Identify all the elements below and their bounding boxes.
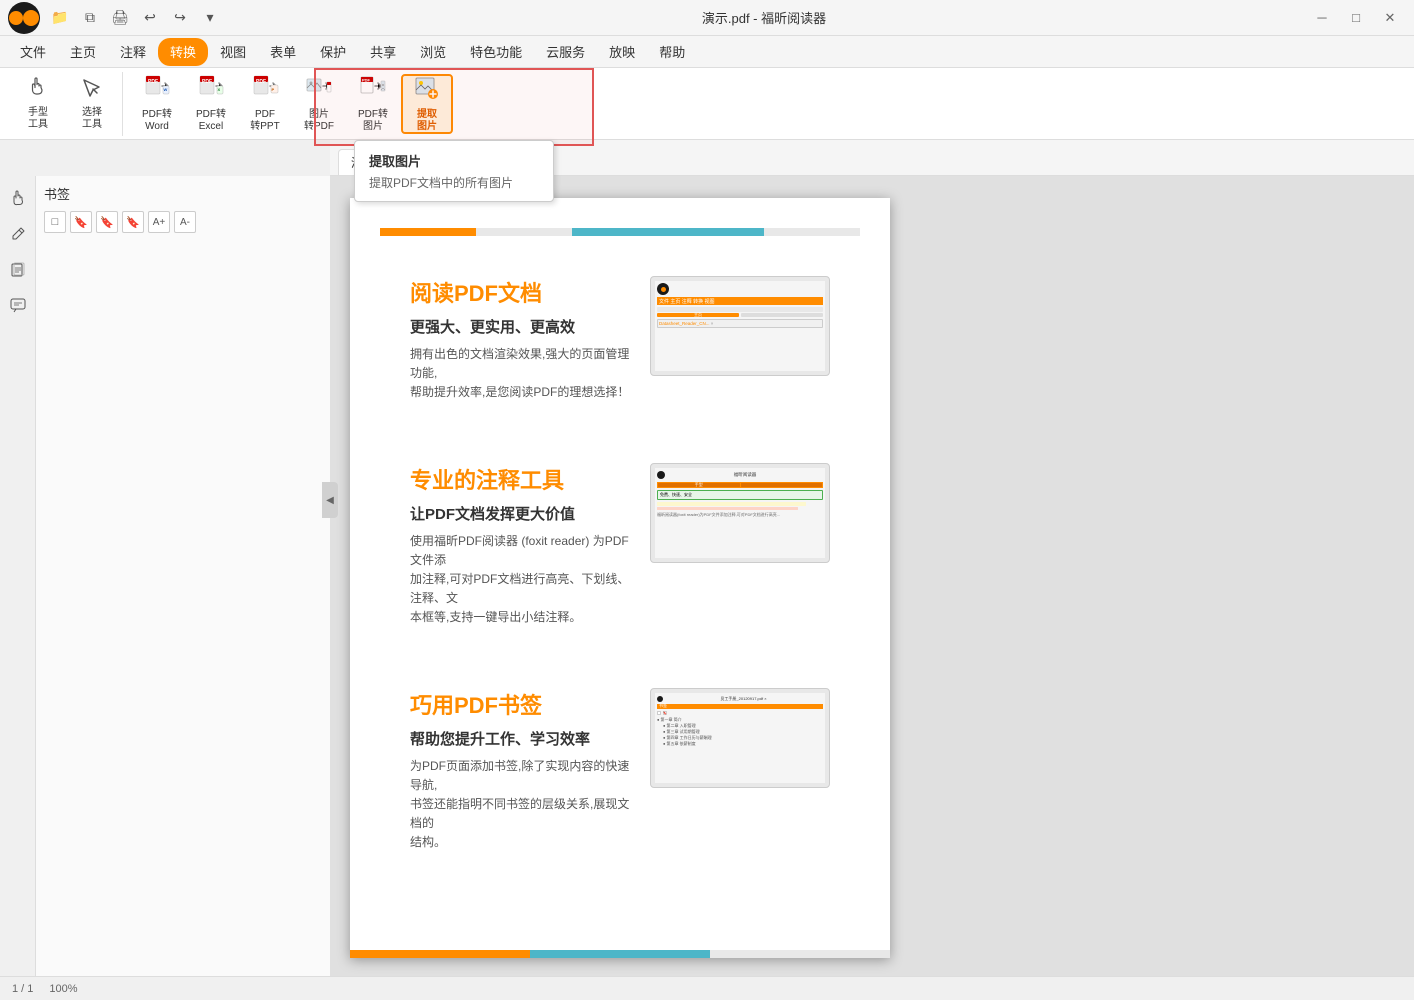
read-screenshot: 文件 主页 注释 转换 视图 主页 Datasheet_Reader_CN...… bbox=[650, 276, 830, 376]
select-tool-label: 选择 工具 bbox=[82, 107, 102, 131]
pdf-section-bookmark: 员工手册_20120917.pdf × 书签 🔖 ● 第一章 简介 ● 第二章 … bbox=[410, 688, 830, 853]
pdf-to-ppt-label: PDF 转PPT bbox=[250, 109, 279, 133]
page-info: 1 / 1 bbox=[12, 983, 33, 995]
pdf-section-annotate: 福昕阅读器 手型 免费、快速、安全 福昕阅读器(foxit reader)为PD… bbox=[410, 463, 830, 628]
hand-tool-button[interactable]: 手型 工具 bbox=[12, 74, 64, 134]
pdf-to-excel-button[interactable]: PDF X PDF转 Excel bbox=[185, 74, 237, 134]
menu-help[interactable]: 帮助 bbox=[647, 38, 697, 66]
hand-icon bbox=[26, 76, 50, 105]
close-button[interactable]: ✕ bbox=[1374, 6, 1406, 30]
pencil-sidebar-icon[interactable] bbox=[4, 220, 32, 248]
pdf-to-word-label: PDF转 Word bbox=[142, 109, 172, 133]
extract-image-label: 提取 图片 bbox=[417, 109, 437, 133]
pdf-bottom-strip bbox=[350, 950, 890, 958]
menu-view[interactable]: 视图 bbox=[208, 38, 258, 66]
bookmark-screenshot: 员工手册_20120917.pdf × 书签 🔖 ● 第一章 简介 ● 第二章 … bbox=[650, 688, 830, 788]
quick-access-toolbar: 📁 ⧉ 🖨 ↩ ↪ ▾ bbox=[48, 6, 222, 30]
zoom-level: 100% bbox=[49, 983, 77, 995]
pdf-page: 文件 主页 注释 转换 视图 主页 Datasheet_Reader_CN...… bbox=[350, 198, 890, 958]
select-tool-button[interactable]: 选择 工具 bbox=[66, 74, 118, 134]
tooltip-popup: 提取图片 提取PDF文档中的所有图片 bbox=[354, 140, 554, 202]
maximize-button[interactable]: □ bbox=[1340, 6, 1372, 30]
pdf-to-ppt-icon: PDF P bbox=[251, 74, 279, 107]
hand-sidebar-icon[interactable] bbox=[4, 184, 32, 212]
pdf-to-excel-icon: PDF X bbox=[197, 74, 225, 107]
app-logo bbox=[8, 2, 40, 34]
menu-protect[interactable]: 保护 bbox=[308, 38, 358, 66]
title-bar: 📁 ⧉ 🖨 ↩ ↪ ▾ 演示.pdf - 福昕阅读器 ─ □ ✕ bbox=[0, 0, 1414, 36]
menu-home[interactable]: 主页 bbox=[58, 38, 108, 66]
annotate-screenshot: 福昕阅读器 手型 免费、快速、安全 福昕阅读器(foxit reader)为PD… bbox=[650, 463, 830, 563]
bookmark-flag-button[interactable]: 🔖 bbox=[70, 211, 92, 233]
left-icon-panel bbox=[0, 176, 36, 1000]
pdf-to-ppt-button[interactable]: PDF P PDF 转PPT bbox=[239, 74, 291, 134]
image-to-pdf-button[interactable]: 图片 转PDF bbox=[293, 74, 345, 134]
bookmark-size-down-button[interactable]: A- bbox=[174, 211, 196, 233]
menu-annotate[interactable]: 注释 bbox=[108, 38, 158, 66]
customize-icon[interactable]: ▾ bbox=[198, 6, 222, 30]
hand-tool-label: 手型 工具 bbox=[28, 107, 48, 131]
svg-text:PDF: PDF bbox=[256, 79, 266, 85]
pdf-to-word-icon: PDF W bbox=[143, 74, 171, 107]
ribbon-group-tools: 手型 工具 选择 工具 bbox=[8, 72, 123, 136]
bookmark-flag3-button[interactable]: 🔖 bbox=[122, 211, 144, 233]
select-icon bbox=[80, 76, 104, 105]
tooltip-description: 提取PDF文档中的所有图片 bbox=[369, 174, 539, 191]
bookmark-flag2-button[interactable]: 🔖 bbox=[96, 211, 118, 233]
ribbon: 手型 工具 选择 工具 PDF bbox=[0, 68, 1414, 140]
svg-text:PDF: PDF bbox=[202, 79, 212, 85]
ribbon-group-convert: PDF W PDF转 Word PDF X bbox=[127, 72, 457, 136]
bookmark-panel-title: 书签 bbox=[44, 184, 322, 203]
tooltip-title: 提取图片 bbox=[369, 151, 539, 170]
pdf-to-word-button[interactable]: PDF W PDF转 Word bbox=[131, 74, 183, 134]
bookmark-panel: 书签 □ 🔖 🔖 🔖 A+ A- bbox=[36, 176, 330, 1000]
extract-image-icon bbox=[413, 74, 441, 107]
print-icon[interactable]: 🖨 bbox=[108, 6, 132, 30]
sidebar-collapse-button[interactable]: ◀ bbox=[322, 482, 338, 518]
redo-icon[interactable]: ↪ bbox=[168, 6, 192, 30]
menu-browse[interactable]: 浏览 bbox=[408, 38, 458, 66]
svg-text:PDF: PDF bbox=[362, 78, 371, 83]
menu-convert[interactable]: 转换 bbox=[158, 38, 208, 66]
pdf-color-strip bbox=[380, 228, 860, 236]
pdf-to-image-label: PDF转 图片 bbox=[358, 109, 388, 133]
main-content-area: 文件 主页 注释 转换 视图 主页 Datasheet_Reader_CN...… bbox=[330, 176, 1414, 1000]
svg-text:X: X bbox=[218, 87, 221, 92]
copy-icon[interactable]: ⧉ bbox=[78, 6, 102, 30]
pdf-section-read: 文件 主页 注释 转换 视图 主页 Datasheet_Reader_CN...… bbox=[410, 276, 830, 403]
bookmark-add-button[interactable]: □ bbox=[44, 211, 66, 233]
pdf-to-image-icon: PDF bbox=[359, 74, 387, 107]
window-controls: ─ □ ✕ bbox=[1306, 6, 1406, 30]
pdf-to-excel-label: PDF转 Excel bbox=[196, 109, 226, 133]
image-to-pdf-label: 图片 转PDF bbox=[304, 109, 334, 133]
menu-file[interactable]: 文件 bbox=[8, 38, 58, 66]
comment-sidebar-icon[interactable] bbox=[4, 292, 32, 320]
menu-form[interactable]: 表单 bbox=[258, 38, 308, 66]
extract-image-button[interactable]: 提取 图片 bbox=[401, 74, 453, 134]
image-to-pdf-icon bbox=[305, 74, 333, 107]
bookmark-toolbar: □ 🔖 🔖 🔖 A+ A- bbox=[44, 211, 322, 233]
folder-icon[interactable]: 📁 bbox=[48, 6, 72, 30]
svg-text:W: W bbox=[164, 87, 168, 92]
svg-text:PDF: PDF bbox=[148, 79, 158, 85]
undo-icon[interactable]: ↩ bbox=[138, 6, 162, 30]
status-bar: 1 / 1 100% bbox=[0, 976, 1414, 1000]
window-title: 演示.pdf - 福昕阅读器 bbox=[222, 8, 1306, 27]
pages-sidebar-icon[interactable] bbox=[4, 256, 32, 284]
pdf-to-image-button[interactable]: PDF PDF转 图片 bbox=[347, 74, 399, 134]
menu-share[interactable]: 共享 bbox=[358, 38, 408, 66]
minimize-button[interactable]: ─ bbox=[1306, 6, 1338, 30]
svg-text:P: P bbox=[272, 87, 275, 92]
menu-present[interactable]: 放映 bbox=[597, 38, 647, 66]
menu-cloud[interactable]: 云服务 bbox=[534, 38, 597, 66]
menu-feature[interactable]: 特色功能 bbox=[458, 38, 534, 66]
menu-bar: 文件 主页 注释 转换 视图 表单 保护 共享 浏览 特色功能 云服务 放映 帮… bbox=[0, 36, 1414, 68]
bookmark-size-up-button[interactable]: A+ bbox=[148, 211, 170, 233]
